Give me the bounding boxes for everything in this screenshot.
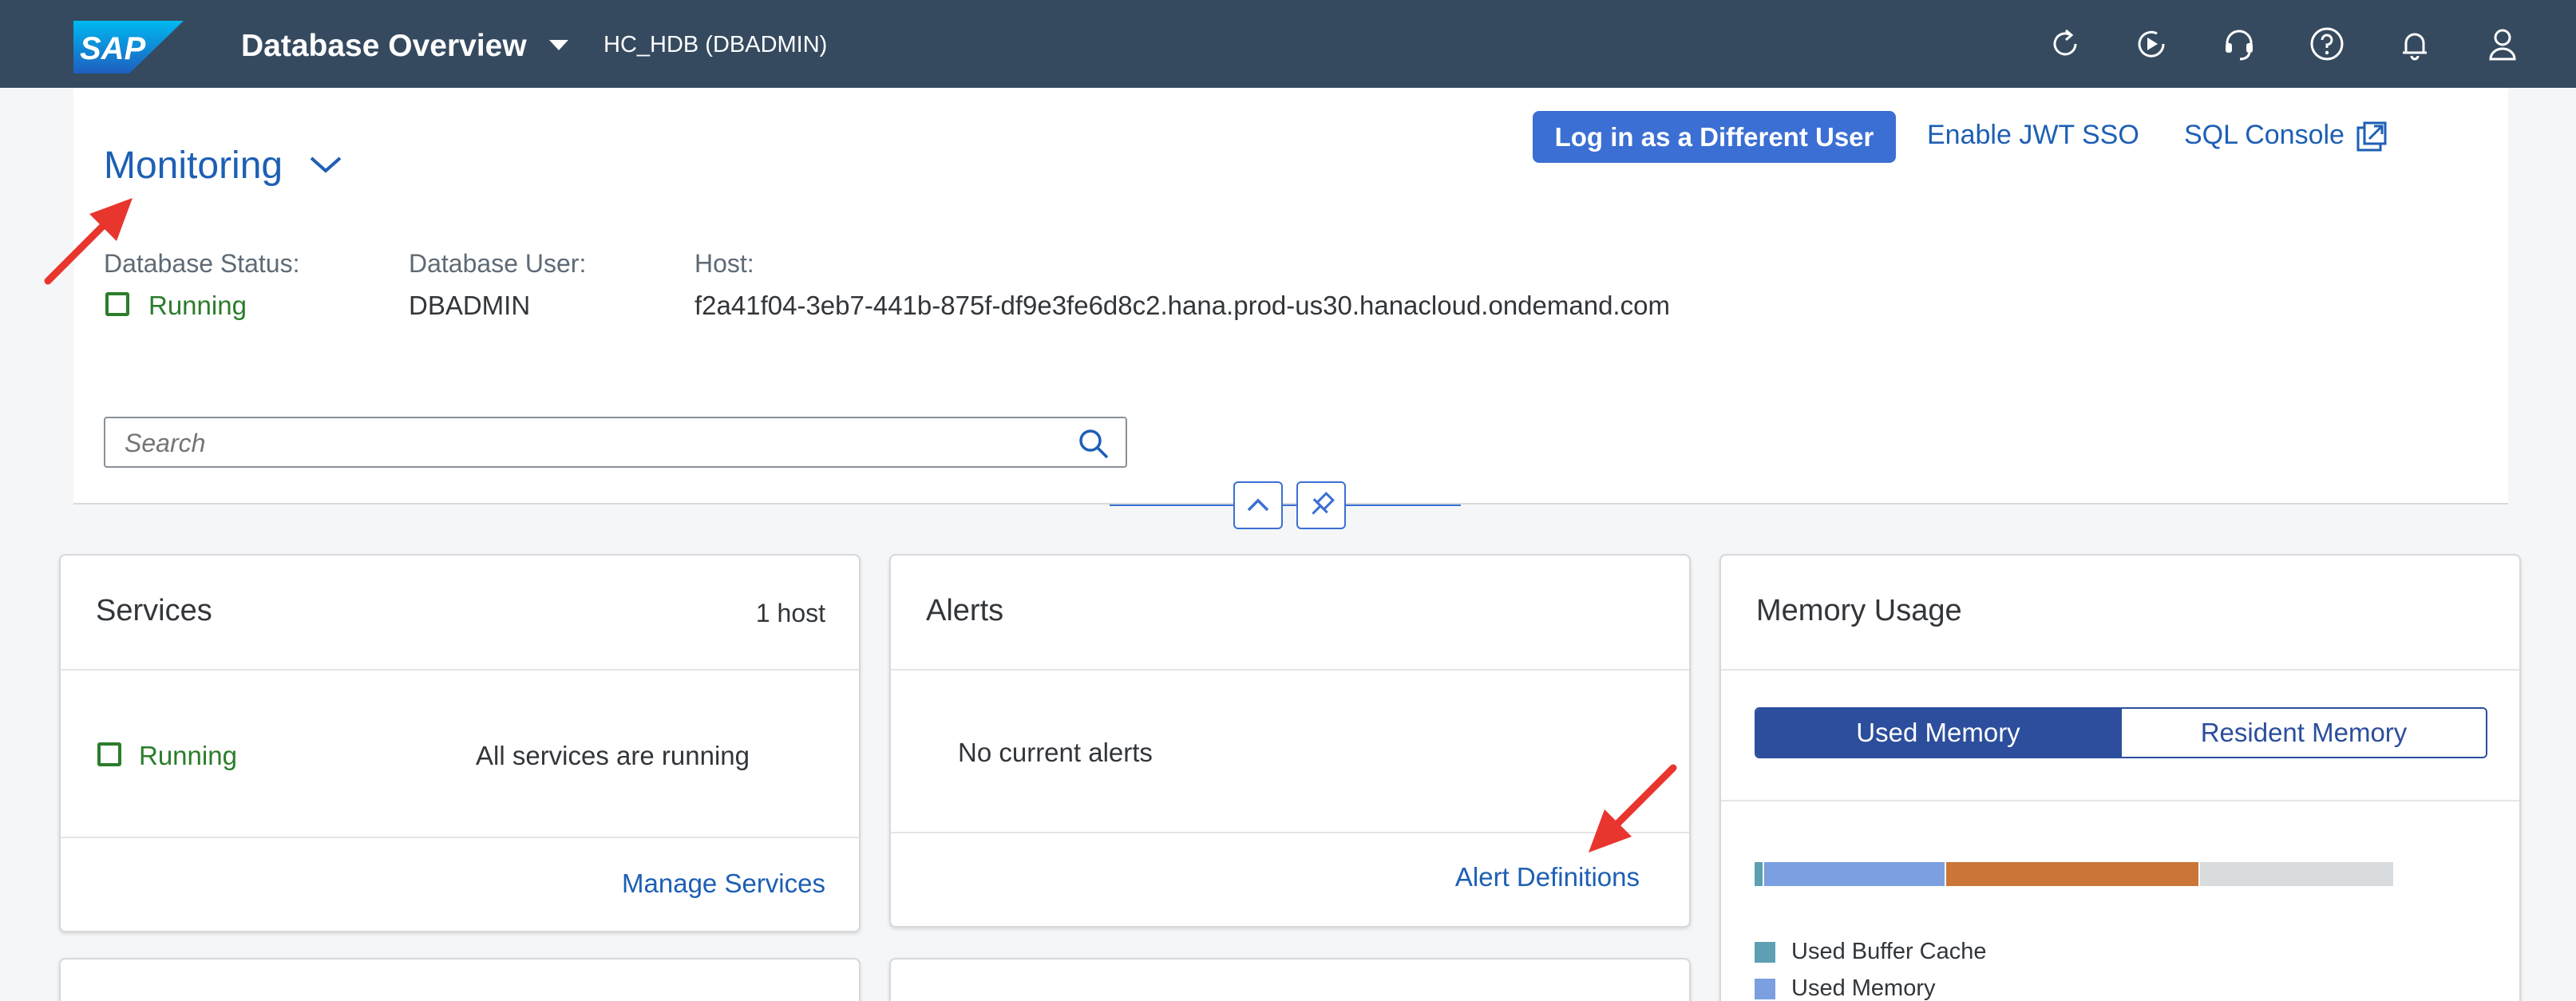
host-value: f2a41f04-3eb7-441b-875f-df9e3fe6d8c2.han… [694,291,1670,320]
annotation-arrow-icon [44,198,133,285]
search-input[interactable] [125,426,1051,460]
card-title: Services [96,594,212,627]
bell-icon[interactable] [2396,26,2433,62]
legend-swatch-used-memory [1755,979,1775,999]
memory-usage-bar [1755,862,2393,886]
host-count: 1 host [755,599,825,627]
alerts-message: No current alerts [958,738,1153,767]
used-memory-tab[interactable]: Used Memory [1756,709,2120,757]
user-icon[interactable] [2484,26,2521,62]
external-link-icon[interactable] [2355,120,2388,153]
login-different-user-button[interactable]: Log in as a Different User [1533,111,1896,163]
sap-logo[interactable]: SAP [73,21,184,73]
legend-swatch-buffer-cache [1755,942,1775,963]
help-icon[interactable] [2309,26,2345,62]
card-footer: Alert Definitions [891,832,1689,928]
services-card: Services 1 host Running All services are… [59,554,861,932]
legend-used-memory: Used Memory [1791,975,1936,1001]
chevron-down-icon[interactable] [308,153,343,176]
services-status: Running [139,741,237,770]
sql-console-link[interactable]: SQL Console [2184,120,2345,151]
shell-bar: SAP Database Overview HC_HDB (DBADMIN) [0,0,2576,88]
card-title: Alerts [926,594,1004,627]
services-message: All services are running [476,741,750,770]
card-header: Memory Usage [1721,556,2519,671]
search-icon[interactable] [1078,428,1110,460]
annotation-arrow-icon [1589,764,1677,853]
divider [1721,800,2519,801]
alerts-card: Alerts No current alerts Alert Definitio… [889,554,1691,928]
app-menu-caret-icon[interactable] [549,40,568,50]
page-title[interactable]: Monitoring [104,144,283,188]
header-divider [1110,504,1461,506]
refresh-icon[interactable] [2047,26,2083,62]
collapse-header-button[interactable] [1233,481,1283,529]
svg-text:SAP: SAP [80,31,146,66]
legend-used-buffer-cache: Used Buffer Cache [1791,939,1987,964]
app-title[interactable]: Database Overview [241,29,527,64]
memory-usage-card: Memory Usage Used Memory Resident Memory… [1719,554,2521,1001]
bar-used-memory [1763,862,1945,886]
connection-label: HC_HDB (DBADMIN) [603,32,828,57]
enable-jwt-sso-link[interactable]: Enable JWT SSO [1927,120,2139,151]
status-square-icon [105,292,129,316]
card-title: Memory Usage [1756,594,1962,627]
database-user-value: DBADMIN [409,291,531,320]
database-status-value: Running [148,291,247,320]
chevron-up-icon [1247,498,1269,512]
bar-used-buffer-cache [1755,862,1763,886]
bar-free [2198,862,2393,886]
card-header: Alerts [891,556,1689,671]
bar-other [1945,862,2198,886]
memory-segmented-button: Used Memory Resident Memory [1755,707,2487,758]
alerts-card-next [889,958,1691,1001]
status-square-icon [97,742,121,766]
services-card-next [59,958,861,1001]
manage-services-link[interactable]: Manage Services [622,868,825,899]
search-field[interactable] [104,417,1127,468]
database-user-label: Database User: [409,249,587,278]
resident-memory-tab[interactable]: Resident Memory [2120,709,2486,757]
headset-icon[interactable] [2221,26,2257,62]
card-footer: Manage Services [61,837,859,932]
pin-header-button[interactable] [1296,481,1346,529]
pin-icon [1312,492,1335,515]
host-label: Host: [694,249,754,278]
card-header: Services 1 host [61,556,859,671]
alert-definitions-link[interactable]: Alert Definitions [1455,862,1640,892]
play-circle-icon[interactable] [2133,26,2170,62]
